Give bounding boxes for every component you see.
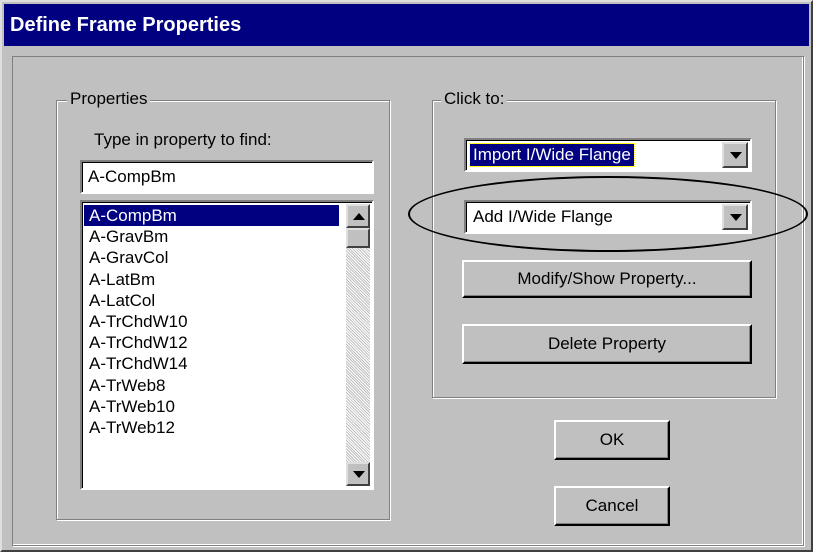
scroll-down-arrow-icon xyxy=(353,471,365,478)
list-item[interactable]: A-TrWeb8 xyxy=(84,375,339,396)
properties-listbox[interactable]: A-CompBm A-GravBm A-GravCol A-LatBm A-La… xyxy=(80,200,374,490)
list-item[interactable]: A-TrChdW10 xyxy=(84,311,339,332)
modify-show-property-button[interactable]: Modify/Show Property... xyxy=(462,260,752,298)
list-item[interactable]: A-TrWeb12 xyxy=(84,417,339,438)
scroll-thumb[interactable] xyxy=(346,228,370,248)
click-to-legend: Click to: xyxy=(441,89,508,109)
list-item[interactable]: A-TrChdW14 xyxy=(84,353,339,374)
dropdown-arrow-icon xyxy=(730,152,742,159)
dropdown-arrow-icon xyxy=(730,214,742,221)
ok-button[interactable]: OK xyxy=(554,420,670,460)
add-section-combo[interactable]: Add I/Wide Flange xyxy=(464,200,752,234)
cancel-button[interactable]: Cancel xyxy=(554,486,670,526)
list-item[interactable]: A-CompBm xyxy=(84,205,339,227)
import-combo-value: Import I/Wide Flange xyxy=(469,143,635,167)
list-item[interactable]: A-LatCol xyxy=(84,290,339,311)
list-item[interactable]: A-LatBm xyxy=(84,269,339,290)
import-section-combo[interactable]: Import I/Wide Flange xyxy=(464,138,752,172)
scroll-up-button[interactable] xyxy=(346,204,370,228)
add-combo-value: Add I/Wide Flange xyxy=(473,207,613,226)
vertical-scrollbar[interactable] xyxy=(346,204,370,486)
properties-list: A-CompBm A-GravBm A-GravCol A-LatBm A-La… xyxy=(84,205,339,438)
find-property-input[interactable]: A-CompBm xyxy=(80,160,374,194)
list-item[interactable]: A-TrWeb10 xyxy=(84,396,339,417)
list-item[interactable]: A-TrChdW12 xyxy=(84,332,339,353)
add-combo-dropdown-button[interactable] xyxy=(722,204,748,230)
import-combo-dropdown-button[interactable] xyxy=(722,142,748,168)
list-item[interactable]: A-GravCol xyxy=(84,247,339,268)
properties-legend: Properties xyxy=(67,89,151,109)
delete-property-button[interactable]: Delete Property xyxy=(462,324,752,364)
list-item[interactable]: A-GravBm xyxy=(84,226,339,247)
scroll-up-arrow-icon xyxy=(353,213,365,220)
dialog-title: Define Frame Properties xyxy=(4,4,809,46)
find-property-label: Type in property to find: xyxy=(94,130,272,149)
define-frame-properties-dialog: Define Frame Properties Properties Type … xyxy=(0,0,813,552)
scroll-down-button[interactable] xyxy=(346,462,370,486)
